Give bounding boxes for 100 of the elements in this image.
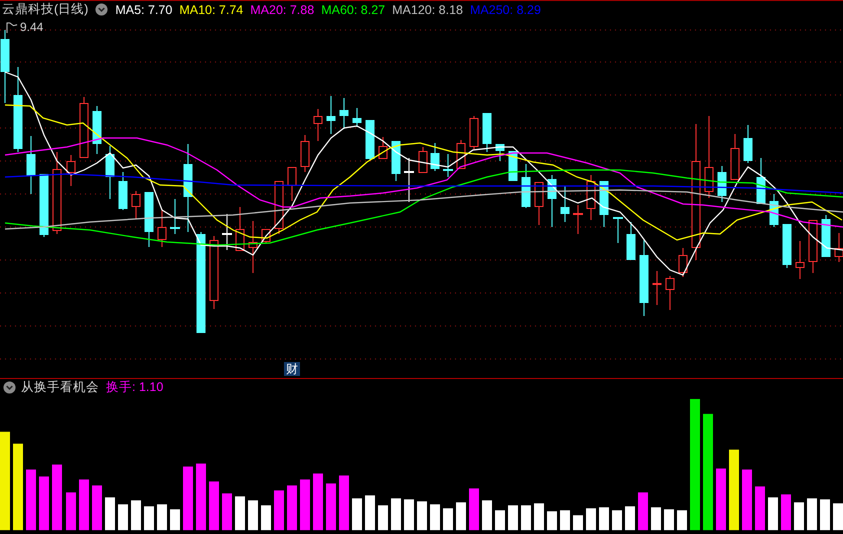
volume-bar: [443, 508, 453, 530]
volume-bar: [26, 469, 36, 530]
volume-bar: [677, 510, 687, 530]
moving-average-label: MA10: 7.74: [179, 2, 244, 16]
candlestick: [443, 154, 453, 178]
candlestick: [496, 144, 504, 162]
volume-bar: [274, 490, 284, 530]
volume-bar: [495, 510, 505, 530]
candlestick: [600, 180, 608, 228]
moving-average-label: MA250: 8.29: [470, 2, 541, 16]
moving-average-label: MA20: 7.88: [250, 2, 314, 16]
candlestick: [560, 186, 570, 222]
candlestick: [288, 166, 296, 202]
volume-bar: [430, 504, 440, 530]
volume-bar: [547, 511, 557, 530]
candlestick: [418, 146, 428, 174]
candlestick: [144, 192, 154, 248]
volume-bar: [105, 497, 115, 530]
candlestick: [626, 222, 636, 260]
volume-bar: [144, 506, 154, 530]
event-marker[interactable]: 财: [284, 362, 300, 376]
candlestick: [796, 240, 804, 280]
candlestick: [534, 182, 544, 226]
candlestick: [678, 248, 688, 278]
candlestick: [26, 136, 36, 194]
volume-bar: [300, 479, 310, 530]
candlestick: [80, 96, 88, 158]
volume-bar: [170, 509, 180, 530]
volume-bar: [573, 515, 583, 530]
volume-bar: [352, 498, 362, 530]
candlestick: [132, 190, 140, 220]
dropdown-icon[interactable]: [95, 3, 108, 16]
volume-bar: [755, 486, 765, 530]
candlestick: [666, 276, 674, 310]
volume-bar: [534, 503, 544, 530]
candlestick: [92, 106, 102, 154]
candlestick: [404, 158, 414, 202]
volume-bar: [807, 498, 817, 530]
candlestick: [652, 270, 662, 306]
candlestick: [222, 214, 232, 250]
candlestick: [586, 174, 596, 220]
volume-bar: [248, 500, 258, 530]
candlestick: [770, 194, 778, 228]
volume-bar: [469, 488, 479, 530]
volume-bar: [625, 506, 635, 530]
candlestick: [378, 136, 388, 160]
candlestick: [744, 124, 752, 164]
candlestick: [66, 154, 76, 186]
volume-bar: [820, 499, 830, 530]
candlestick: [352, 108, 362, 128]
volume-bar: [794, 502, 804, 530]
volume-bar: [833, 503, 843, 530]
volume-bar: [326, 483, 336, 530]
stock-title: 云鼎科技(日线): [2, 1, 88, 18]
volume-bar: [39, 476, 49, 530]
candlestick: [573, 204, 583, 234]
volume-bar: [313, 473, 323, 530]
volume-bar: [742, 469, 752, 530]
volume-bar: [92, 485, 102, 530]
candlestick: [248, 220, 258, 274]
candlestick: [782, 224, 792, 268]
volume-bar: [716, 468, 726, 530]
moving-average-label: MA60: 8.27: [321, 2, 386, 16]
candlestick: [430, 142, 440, 172]
volume-bar: [222, 493, 232, 530]
volume-bar: [560, 510, 570, 530]
volume-bar: [456, 502, 466, 530]
volume-bar: [404, 499, 414, 530]
candlestick: [118, 172, 128, 210]
candlestick: [808, 220, 818, 274]
candlestick: [392, 140, 400, 182]
moving-average-label: MA5: 7.70: [115, 2, 172, 16]
candlestick: [482, 112, 492, 152]
volume-bar: [781, 494, 791, 530]
candlestick: [756, 158, 766, 204]
candlestick: [822, 214, 830, 258]
volume-bar: [52, 464, 62, 530]
volume-bar: [183, 466, 193, 530]
volume-bar: [196, 463, 206, 530]
volume-bar: [118, 504, 128, 530]
volume-bar: [131, 500, 141, 530]
dropdown-icon[interactable]: [3, 381, 16, 394]
volume-bar: [651, 507, 661, 530]
candlestick: [170, 198, 180, 234]
volume-bar: [586, 508, 596, 530]
candlestick: [300, 134, 310, 172]
candlestick: [326, 96, 336, 134]
candlestick: [366, 120, 374, 160]
moving-average-label: MA120: 8.18: [392, 2, 464, 16]
candlestick: [730, 134, 740, 180]
candlestick: [340, 98, 348, 130]
candlestick: [40, 174, 48, 238]
volume-bar: [235, 496, 245, 530]
arrow-icon: [6, 22, 19, 33]
volume-bar: [417, 501, 427, 530]
volume-bar: [261, 505, 271, 530]
volume-bar: [482, 500, 492, 530]
candlestick: [106, 146, 114, 200]
candlestick: [470, 116, 478, 150]
candlestick: [158, 208, 166, 248]
